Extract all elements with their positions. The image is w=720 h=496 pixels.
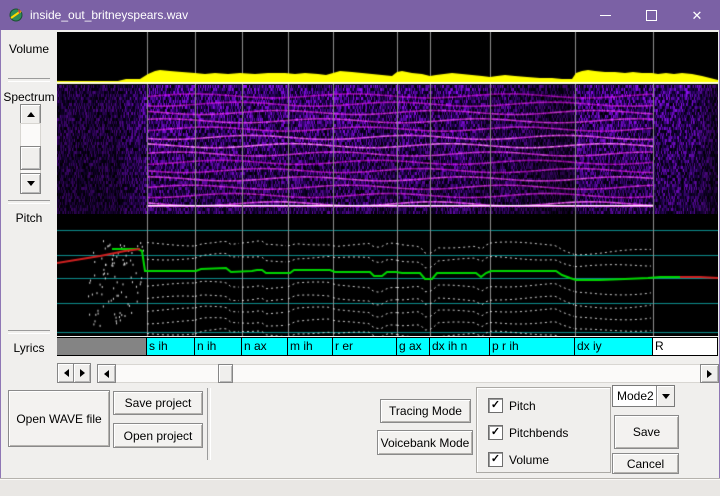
cancel-button[interactable]: Cancel <box>612 453 679 474</box>
mode-select[interactable]: Mode2 <box>612 385 675 407</box>
mode-select-value: Mode2 <box>613 389 656 403</box>
lyric-segment[interactable]: n ih <box>195 338 242 355</box>
lyrics-row: s ihn ihn axm ihr erg axdx ih np r ihdx … <box>57 337 718 356</box>
pitchbends-checkbox-label: Pitchbends <box>509 426 568 440</box>
save-project-button[interactable]: Save project <box>113 391 203 415</box>
app-window: inside_out_britneyspears.wav ✕ Volume Sp… <box>0 0 720 496</box>
voicebank-mode-button[interactable]: Voicebank Mode <box>377 430 473 455</box>
spectrum-scrollbar-thumb[interactable] <box>20 146 41 170</box>
minimize-button[interactable] <box>582 0 628 30</box>
lyric-segment[interactable] <box>57 338 147 355</box>
lyric-segment[interactable]: R <box>653 338 718 355</box>
divider <box>8 78 50 82</box>
check-icon: ✓ <box>491 454 500 465</box>
lyric-segment[interactable]: m ih <box>288 338 333 355</box>
pitch-panel-label: Pitch <box>1 211 57 225</box>
left-arrow-icon <box>64 369 69 377</box>
right-arrow-icon <box>80 369 85 377</box>
dropdown-button[interactable] <box>656 386 674 406</box>
lyric-segment[interactable]: p r ih <box>490 338 575 355</box>
checkbox-icon: ✓ <box>488 452 503 467</box>
timeline-scroll-left-button[interactable] <box>97 364 116 383</box>
status-bar <box>0 478 720 496</box>
volume-checkbox-label: Volume <box>509 453 549 467</box>
sidebar: Volume Spectrum Pitch Lyrics <box>1 30 57 362</box>
divider <box>207 388 211 460</box>
down-arrow-icon <box>27 181 35 186</box>
divider <box>8 330 50 334</box>
close-button[interactable]: ✕ <box>674 0 720 30</box>
lyric-segment[interactable]: r er <box>333 338 397 355</box>
maximize-icon <box>646 10 657 21</box>
pitch-checkbox[interactable]: ✓ Pitch <box>488 398 536 413</box>
spectrum-canvas[interactable] <box>57 85 718 214</box>
window-title: inside_out_britneyspears.wav <box>30 8 188 22</box>
save-button[interactable]: Save <box>614 415 679 449</box>
titlebar: inside_out_britneyspears.wav ✕ <box>0 0 720 30</box>
right-arrow-icon <box>707 370 712 378</box>
step-forward-button[interactable] <box>73 363 91 383</box>
checkbox-icon: ✓ <box>488 398 503 413</box>
lyric-segment[interactable]: dx ih n <box>430 338 490 355</box>
tracing-mode-button[interactable]: Tracing Mode <box>380 399 471 423</box>
lyric-segment[interactable]: dx iy <box>575 338 653 355</box>
spectrum-panel-label: Spectrum <box>1 90 57 104</box>
spectrum-scroll-up-button[interactable] <box>20 104 41 125</box>
check-icon: ✓ <box>491 427 500 438</box>
volume-checkbox[interactable]: ✓ Volume <box>488 452 549 467</box>
lyric-segment[interactable]: s ih <box>147 338 195 355</box>
timeline-scrollbar-track[interactable] <box>97 364 719 383</box>
check-icon: ✓ <box>491 400 500 411</box>
timeline-scroll-right-button[interactable] <box>700 364 719 383</box>
checkbox-icon: ✓ <box>488 425 503 440</box>
left-arrow-icon <box>104 370 109 378</box>
lyrics-panel-label: Lyrics <box>1 341 57 355</box>
pitch-canvas[interactable] <box>57 214 718 336</box>
minimize-icon <box>600 15 611 16</box>
volume-canvas[interactable] <box>57 32 718 85</box>
pitchbends-checkbox[interactable]: ✓ Pitchbends <box>488 425 568 440</box>
volume-panel-label: Volume <box>1 42 57 56</box>
timeline-scrollbar-thumb[interactable] <box>218 364 233 383</box>
open-project-button[interactable]: Open project <box>113 423 203 448</box>
lyric-segment[interactable]: g ax <box>397 338 430 355</box>
open-wave-file-button[interactable]: Open WAVE file <box>8 390 110 447</box>
up-arrow-icon <box>27 112 35 117</box>
lyric-segment[interactable]: n ax <box>242 338 288 355</box>
maximize-button[interactable] <box>628 0 674 30</box>
close-icon: ✕ <box>692 9 703 22</box>
app-icon <box>8 7 24 23</box>
divider <box>8 200 50 204</box>
window-controls: ✕ <box>582 0 720 30</box>
pitch-checkbox-label: Pitch <box>509 399 536 413</box>
chevron-down-icon <box>662 394 670 399</box>
spectrum-scroll-down-button[interactable] <box>20 173 41 194</box>
